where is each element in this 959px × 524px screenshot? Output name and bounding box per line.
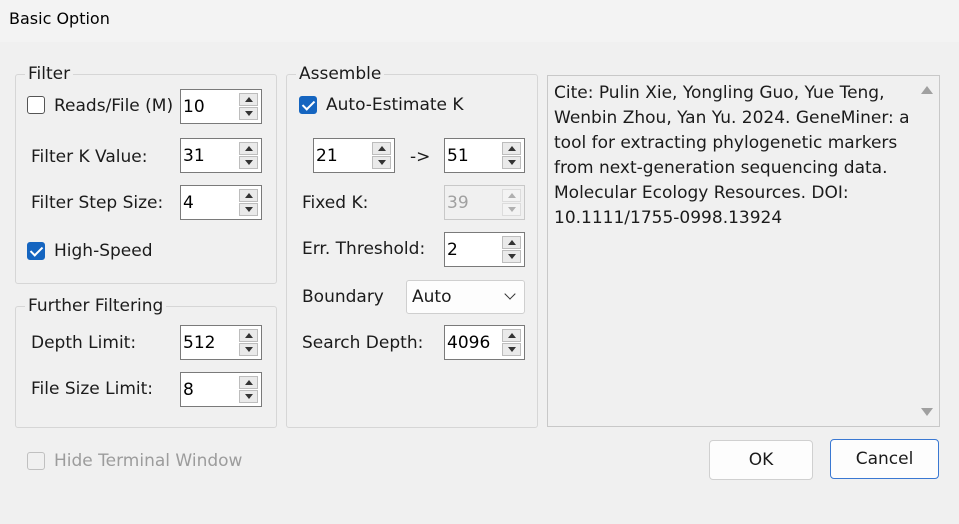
spin-up-icon[interactable] bbox=[372, 142, 391, 155]
chevron-down-icon bbox=[504, 288, 516, 300]
spin-up-icon[interactable] bbox=[502, 142, 521, 155]
title-bar: Basic Option bbox=[0, 0, 959, 42]
assemble-group-label: Assemble bbox=[296, 64, 385, 84]
spin-up-icon[interactable] bbox=[239, 376, 258, 389]
file-size-limit-input[interactable] bbox=[183, 373, 235, 406]
spin-up-icon bbox=[502, 189, 521, 202]
citation-text: Cite: Pulin Xie, Yongling Guo, Yue Teng,… bbox=[554, 83, 910, 228]
spin-up-icon[interactable] bbox=[239, 329, 258, 342]
fixed-k-spinbox bbox=[444, 185, 525, 220]
search-depth-spinbox[interactable] bbox=[444, 325, 525, 360]
err-threshold-label: Err. Threshold: bbox=[302, 239, 426, 259]
filter-step-size-label: Filter Step Size: bbox=[31, 193, 164, 213]
ok-button[interactable]: OK bbox=[709, 440, 813, 480]
k-range-from-input[interactable] bbox=[316, 139, 368, 172]
file-size-limit-label: File Size Limit: bbox=[31, 379, 154, 399]
spin-down-icon[interactable] bbox=[372, 156, 391, 169]
filter-k-value-spinbox[interactable] bbox=[180, 138, 262, 173]
k-range-to-input[interactable] bbox=[447, 139, 498, 172]
high-speed-label: High-Speed bbox=[54, 241, 153, 261]
spin-down-icon[interactable] bbox=[239, 156, 258, 169]
spin-up-icon[interactable] bbox=[502, 329, 521, 342]
filter-group-label: Filter bbox=[25, 64, 74, 84]
scroll-down-icon[interactable] bbox=[921, 408, 933, 416]
depth-limit-input[interactable] bbox=[183, 326, 235, 359]
spin-down-icon[interactable] bbox=[502, 250, 521, 263]
filter-step-size-spinbox[interactable] bbox=[180, 185, 262, 220]
k-range-arrow: -> bbox=[410, 147, 431, 167]
spin-up-icon[interactable] bbox=[502, 236, 521, 249]
spin-down-icon[interactable] bbox=[239, 343, 258, 356]
spin-down-icon[interactable] bbox=[239, 203, 258, 216]
hide-terminal-checkbox bbox=[27, 452, 45, 470]
boundary-label: Boundary bbox=[302, 287, 384, 307]
boundary-dropdown[interactable]: Auto bbox=[406, 280, 525, 314]
err-threshold-input[interactable] bbox=[447, 233, 498, 266]
reads-file-checkbox[interactable] bbox=[27, 96, 45, 114]
spin-up-icon[interactable] bbox=[239, 142, 258, 155]
filter-k-value-input[interactable] bbox=[183, 139, 235, 172]
hide-terminal-label: Hide Terminal Window bbox=[54, 451, 243, 471]
spin-down-icon[interactable] bbox=[239, 390, 258, 403]
spin-down-icon[interactable] bbox=[502, 343, 521, 356]
citation-scrollbar[interactable] bbox=[915, 76, 939, 426]
file-size-limit-spinbox[interactable] bbox=[180, 372, 262, 407]
spin-up-icon[interactable] bbox=[239, 189, 258, 202]
reads-file-input[interactable] bbox=[183, 90, 235, 123]
high-speed-checkbox[interactable] bbox=[27, 242, 45, 260]
depth-limit-label: Depth Limit: bbox=[31, 333, 137, 353]
k-range-to-spinbox[interactable] bbox=[444, 138, 525, 173]
spin-down-icon[interactable] bbox=[502, 156, 521, 169]
auto-estimate-k-label: Auto-Estimate K bbox=[326, 95, 464, 115]
spin-down-icon bbox=[502, 203, 521, 216]
auto-estimate-k-checkbox[interactable] bbox=[299, 96, 317, 114]
reads-file-spinbox[interactable] bbox=[180, 89, 262, 124]
window-title: Basic Option bbox=[9, 9, 110, 28]
k-range-from-spinbox[interactable] bbox=[313, 138, 395, 173]
fixed-k-label: Fixed K: bbox=[302, 193, 369, 213]
search-depth-input[interactable] bbox=[447, 326, 498, 359]
err-threshold-spinbox[interactable] bbox=[444, 232, 525, 267]
scroll-up-icon[interactable] bbox=[921, 86, 933, 94]
reads-file-label: Reads/File (M) bbox=[54, 96, 174, 116]
search-depth-label: Search Depth: bbox=[302, 333, 424, 353]
fixed-k-input bbox=[447, 186, 498, 219]
spin-up-icon[interactable] bbox=[239, 93, 258, 106]
filter-step-size-input[interactable] bbox=[183, 186, 235, 219]
further-filtering-group-label: Further Filtering bbox=[25, 296, 167, 316]
filter-k-value-label: Filter K Value: bbox=[31, 147, 148, 167]
cancel-button[interactable]: Cancel bbox=[830, 439, 939, 479]
citation-textbox[interactable]: Cite: Pulin Xie, Yongling Guo, Yue Teng,… bbox=[547, 75, 940, 427]
spin-down-icon[interactable] bbox=[239, 107, 258, 120]
depth-limit-spinbox[interactable] bbox=[180, 325, 262, 360]
boundary-selected-value: Auto bbox=[412, 287, 452, 307]
